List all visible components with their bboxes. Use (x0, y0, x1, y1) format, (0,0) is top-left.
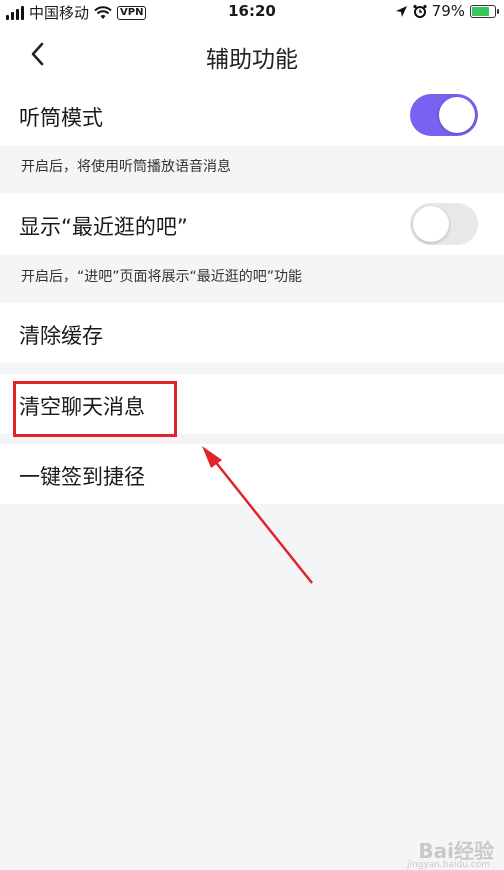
watermark-url: jingyan.baidu.com (406, 860, 490, 870)
annotation-arrow (202, 446, 313, 584)
